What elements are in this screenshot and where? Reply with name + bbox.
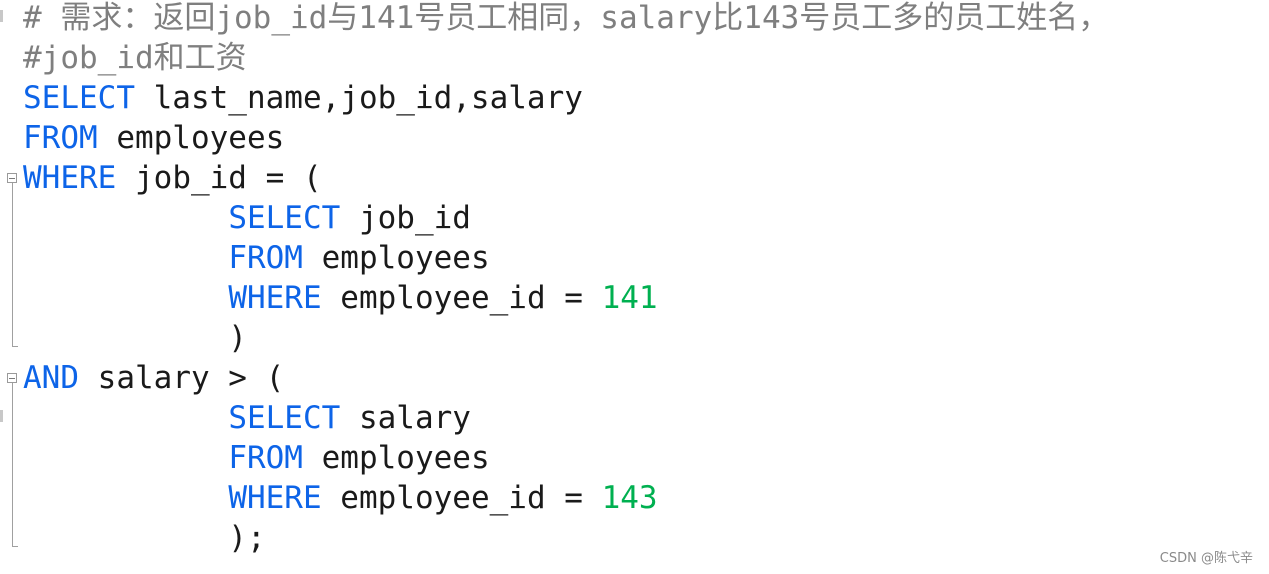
fold-range-line xyxy=(12,383,13,546)
code-line-text: # 需求：返回job_id与141号员工相同，salary比143号员工多的员工… xyxy=(23,0,1109,38)
code-line-text: FROM employees xyxy=(23,118,284,158)
fold-collapse-icon[interactable] xyxy=(7,173,17,183)
code-token: employees xyxy=(97,120,285,156)
sql-keyword: SELECT xyxy=(228,200,341,236)
sql-keyword: FROM xyxy=(228,440,303,476)
code-token: job_id = ( xyxy=(116,160,322,196)
code-line-text: WHERE job_id = ( xyxy=(23,158,322,198)
code-token: salary > ( xyxy=(79,360,285,396)
sql-keyword: SELECT xyxy=(228,400,341,436)
fold-range-line xyxy=(12,183,13,346)
code-token: employee_id = xyxy=(321,280,602,316)
gutter-marker xyxy=(0,410,3,422)
sql-keyword: WHERE xyxy=(23,160,117,196)
code-editor[interactable]: # 需求：返回job_id与141号员工相同，salary比143号员工多的员工… xyxy=(0,0,1269,574)
code-token: employee_id = xyxy=(321,480,602,516)
code-token: employees xyxy=(302,440,490,476)
code-token: ); xyxy=(23,520,266,556)
code-line-text: WHERE employee_id = 143 xyxy=(23,478,658,518)
code-line-text: FROM employees xyxy=(23,438,490,478)
sql-keyword: FROM xyxy=(228,240,303,276)
code-line-text: ) xyxy=(23,318,247,358)
code-token: job_id xyxy=(340,200,471,236)
code-line-text: SELECT job_id xyxy=(23,198,471,238)
watermark: CSDN @陈弋辛 xyxy=(1159,551,1253,566)
fold-end-marker xyxy=(12,546,18,547)
numeric-literal: 143 xyxy=(601,480,658,516)
code-comment: # 需求：返回job_id与141号员工相同，salary比143号员工多的员工… xyxy=(23,0,1110,36)
numeric-literal: 141 xyxy=(601,280,658,316)
code-line-text: FROM employees xyxy=(23,238,490,278)
code-token: ) xyxy=(23,320,247,356)
fold-collapse-icon[interactable] xyxy=(7,373,17,383)
code-line-text: #job_id和工资 xyxy=(23,38,247,78)
code-token: employees xyxy=(302,240,490,276)
code-comment: #job_id和工资 xyxy=(23,40,247,76)
sql-keyword: SELECT xyxy=(23,80,135,116)
sql-keyword: WHERE xyxy=(228,280,322,316)
code-line-text: SELECT salary xyxy=(23,398,471,438)
gutter-marker xyxy=(0,10,3,22)
code-line-text: AND salary > ( xyxy=(23,358,284,398)
sql-keyword: AND xyxy=(23,360,79,396)
sql-keyword: WHERE xyxy=(228,480,322,516)
fold-end-marker xyxy=(12,346,18,347)
sql-keyword: FROM xyxy=(23,120,98,156)
code-token: salary xyxy=(340,400,471,436)
code-token: last_name,job_id,salary xyxy=(134,80,583,116)
code-line-text: ); xyxy=(23,518,266,558)
code-line-text: SELECT last_name,job_id,salary xyxy=(23,78,583,118)
code-line-text: WHERE employee_id = 141 xyxy=(23,278,658,318)
